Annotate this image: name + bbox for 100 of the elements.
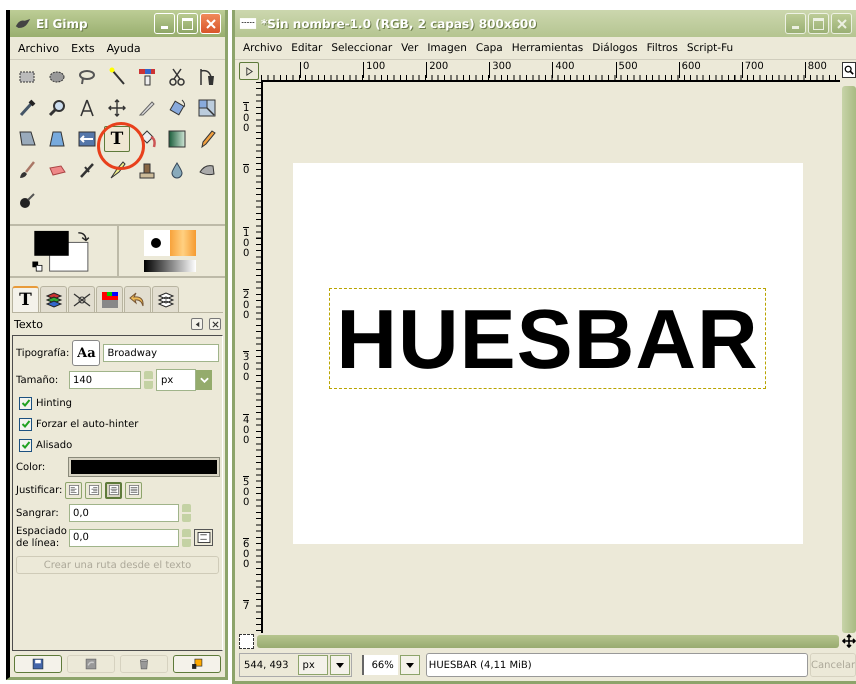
- minimize-button[interactable]: [154, 13, 175, 34]
- font-preview-button[interactable]: Aa: [72, 340, 100, 366]
- zoom-field[interactable]: 66%: [362, 655, 398, 675]
- dropdown-arrow-button[interactable]: [330, 655, 350, 675]
- layers-icon: [44, 290, 64, 310]
- color-button[interactable]: [69, 458, 219, 476]
- dropdown-arrow-button[interactable]: [400, 655, 420, 675]
- justify-button[interactable]: [125, 482, 142, 498]
- menu-item[interactable]: Exts: [71, 42, 95, 54]
- magnifier-icon: [47, 98, 67, 118]
- color-select-icon: [137, 67, 157, 87]
- field-label: Tamaño:: [16, 374, 60, 386]
- move-arrows-icon[interactable]: [842, 634, 856, 648]
- close-icon: [212, 320, 218, 328]
- unit-dropdown[interactable]: px: [156, 369, 196, 391]
- menu-item[interactable]: Ver: [401, 42, 418, 54]
- checkmark-icon: [20, 398, 30, 408]
- justify-button[interactable]: [105, 482, 122, 498]
- trash-icon: [137, 657, 151, 671]
- vertical-scrollbar[interactable]: [842, 86, 856, 633]
- checkbox[interactable]: [19, 418, 32, 430]
- panel-title: Texto: [14, 318, 43, 330]
- line-spacing-field[interactable]: 0,0: [69, 528, 179, 546]
- triangle-down-icon: [336, 662, 344, 668]
- chevron-down-icon: [200, 377, 208, 383]
- dock-tab[interactable]: [96, 286, 123, 312]
- scissors-icon: [167, 67, 187, 87]
- status-message: HUESBAR (4,11 MiB): [426, 653, 808, 677]
- window-title: *Sin nombre-1.0 (RGB, 2 capas) 800x600: [261, 16, 537, 30]
- dock-tab[interactable]: [40, 286, 67, 312]
- field-label: Color:: [16, 462, 46, 472]
- menu-item[interactable]: Archivo: [18, 42, 60, 54]
- move-arrows-icon: [107, 98, 127, 118]
- dock-action-button[interactable]: [173, 655, 221, 673]
- panel-menu-button[interactable]: [191, 318, 203, 330]
- menu-item[interactable]: Capa: [476, 42, 503, 54]
- size-field[interactable]: 140: [69, 371, 141, 389]
- quick-mask-button[interactable]: [239, 62, 259, 80]
- triangle-left-icon: [194, 320, 200, 328]
- text-align-icon: [108, 485, 119, 495]
- stack-icon: [156, 290, 176, 310]
- maximize-button[interactable]: [177, 13, 198, 34]
- checkbox[interactable]: [19, 438, 32, 452]
- dog-head-icon: [14, 17, 32, 30]
- field-label: Tipografía:: [16, 348, 70, 358]
- text-box-icon: [196, 532, 210, 543]
- unit-dropdown[interactable]: px: [298, 655, 328, 675]
- justify-button[interactable]: [65, 482, 82, 498]
- field-label: Justificar:: [16, 484, 62, 496]
- text-align-icon: [68, 485, 79, 495]
- text-align-icon: [128, 485, 139, 495]
- menu-item[interactable]: Diálogos: [592, 42, 638, 54]
- gradient-icon: [167, 129, 187, 149]
- horizontal-scrollbar[interactable]: [257, 634, 839, 648]
- zoom-icon: [844, 65, 854, 75]
- justify-button[interactable]: [85, 482, 102, 498]
- text-align-icon: [88, 485, 99, 495]
- menu-item[interactable]: Archivo: [243, 42, 282, 54]
- image-thumbnail-icon: [239, 17, 257, 30]
- lasso-icon: [77, 67, 97, 87]
- zoom-button[interactable]: [842, 62, 856, 78]
- menu-item[interactable]: Seleccionar: [331, 42, 392, 54]
- font-field[interactable]: Broadway: [103, 344, 219, 362]
- triangle-down-icon: [406, 662, 414, 668]
- menu-item[interactable]: Filtros: [646, 42, 678, 54]
- shear-icon: [47, 129, 67, 149]
- dock-tab[interactable]: T: [12, 286, 39, 312]
- tool-button[interactable]: T: [104, 126, 130, 152]
- floppy-icon: [31, 657, 45, 671]
- indent-field[interactable]: 0,0: [69, 504, 179, 522]
- close-button[interactable]: [200, 13, 221, 34]
- checkbox[interactable]: [19, 396, 32, 410]
- checkbox-label: Forzar el auto-hinter: [36, 418, 138, 430]
- text-box-button[interactable]: [194, 529, 213, 546]
- selection-icon: [239, 634, 254, 648]
- checkmark-icon: [20, 419, 30, 429]
- horizontal-ruler: 0 100 200 300 400 500 600 700 800: [261, 62, 840, 82]
- field-label: Sangrar:: [16, 508, 60, 518]
- panel-close-button[interactable]: [209, 318, 221, 330]
- checkbox-label: Hinting: [36, 398, 72, 408]
- window-title: El Gimp: [36, 16, 88, 30]
- play-triangle-icon: [244, 66, 254, 76]
- close-icon: [206, 18, 216, 28]
- menu-item[interactable]: Herramientas: [512, 42, 584, 54]
- dock-tab[interactable]: [68, 286, 95, 312]
- close-icon: [836, 18, 846, 28]
- menu-item[interactable]: Ayuda: [106, 42, 141, 54]
- menu-item[interactable]: Script-Fu: [686, 42, 734, 54]
- color-palette-icon: [100, 290, 120, 310]
- brush-icon: [17, 160, 37, 180]
- checkbox-label: Alisado: [36, 440, 72, 450]
- highlight-circle: [97, 122, 145, 170]
- menu-item[interactable]: Editar: [291, 42, 322, 54]
- menu-item[interactable]: Imagen: [427, 42, 467, 54]
- dock-action-button[interactable]: [14, 655, 62, 673]
- eyedropper-icon: [17, 98, 37, 118]
- canvas-text: HUESBAR: [336, 296, 759, 380]
- magic-wand-icon: [107, 67, 127, 87]
- checkmark-icon: [20, 440, 30, 450]
- dock-tab[interactable]: [152, 286, 179, 312]
